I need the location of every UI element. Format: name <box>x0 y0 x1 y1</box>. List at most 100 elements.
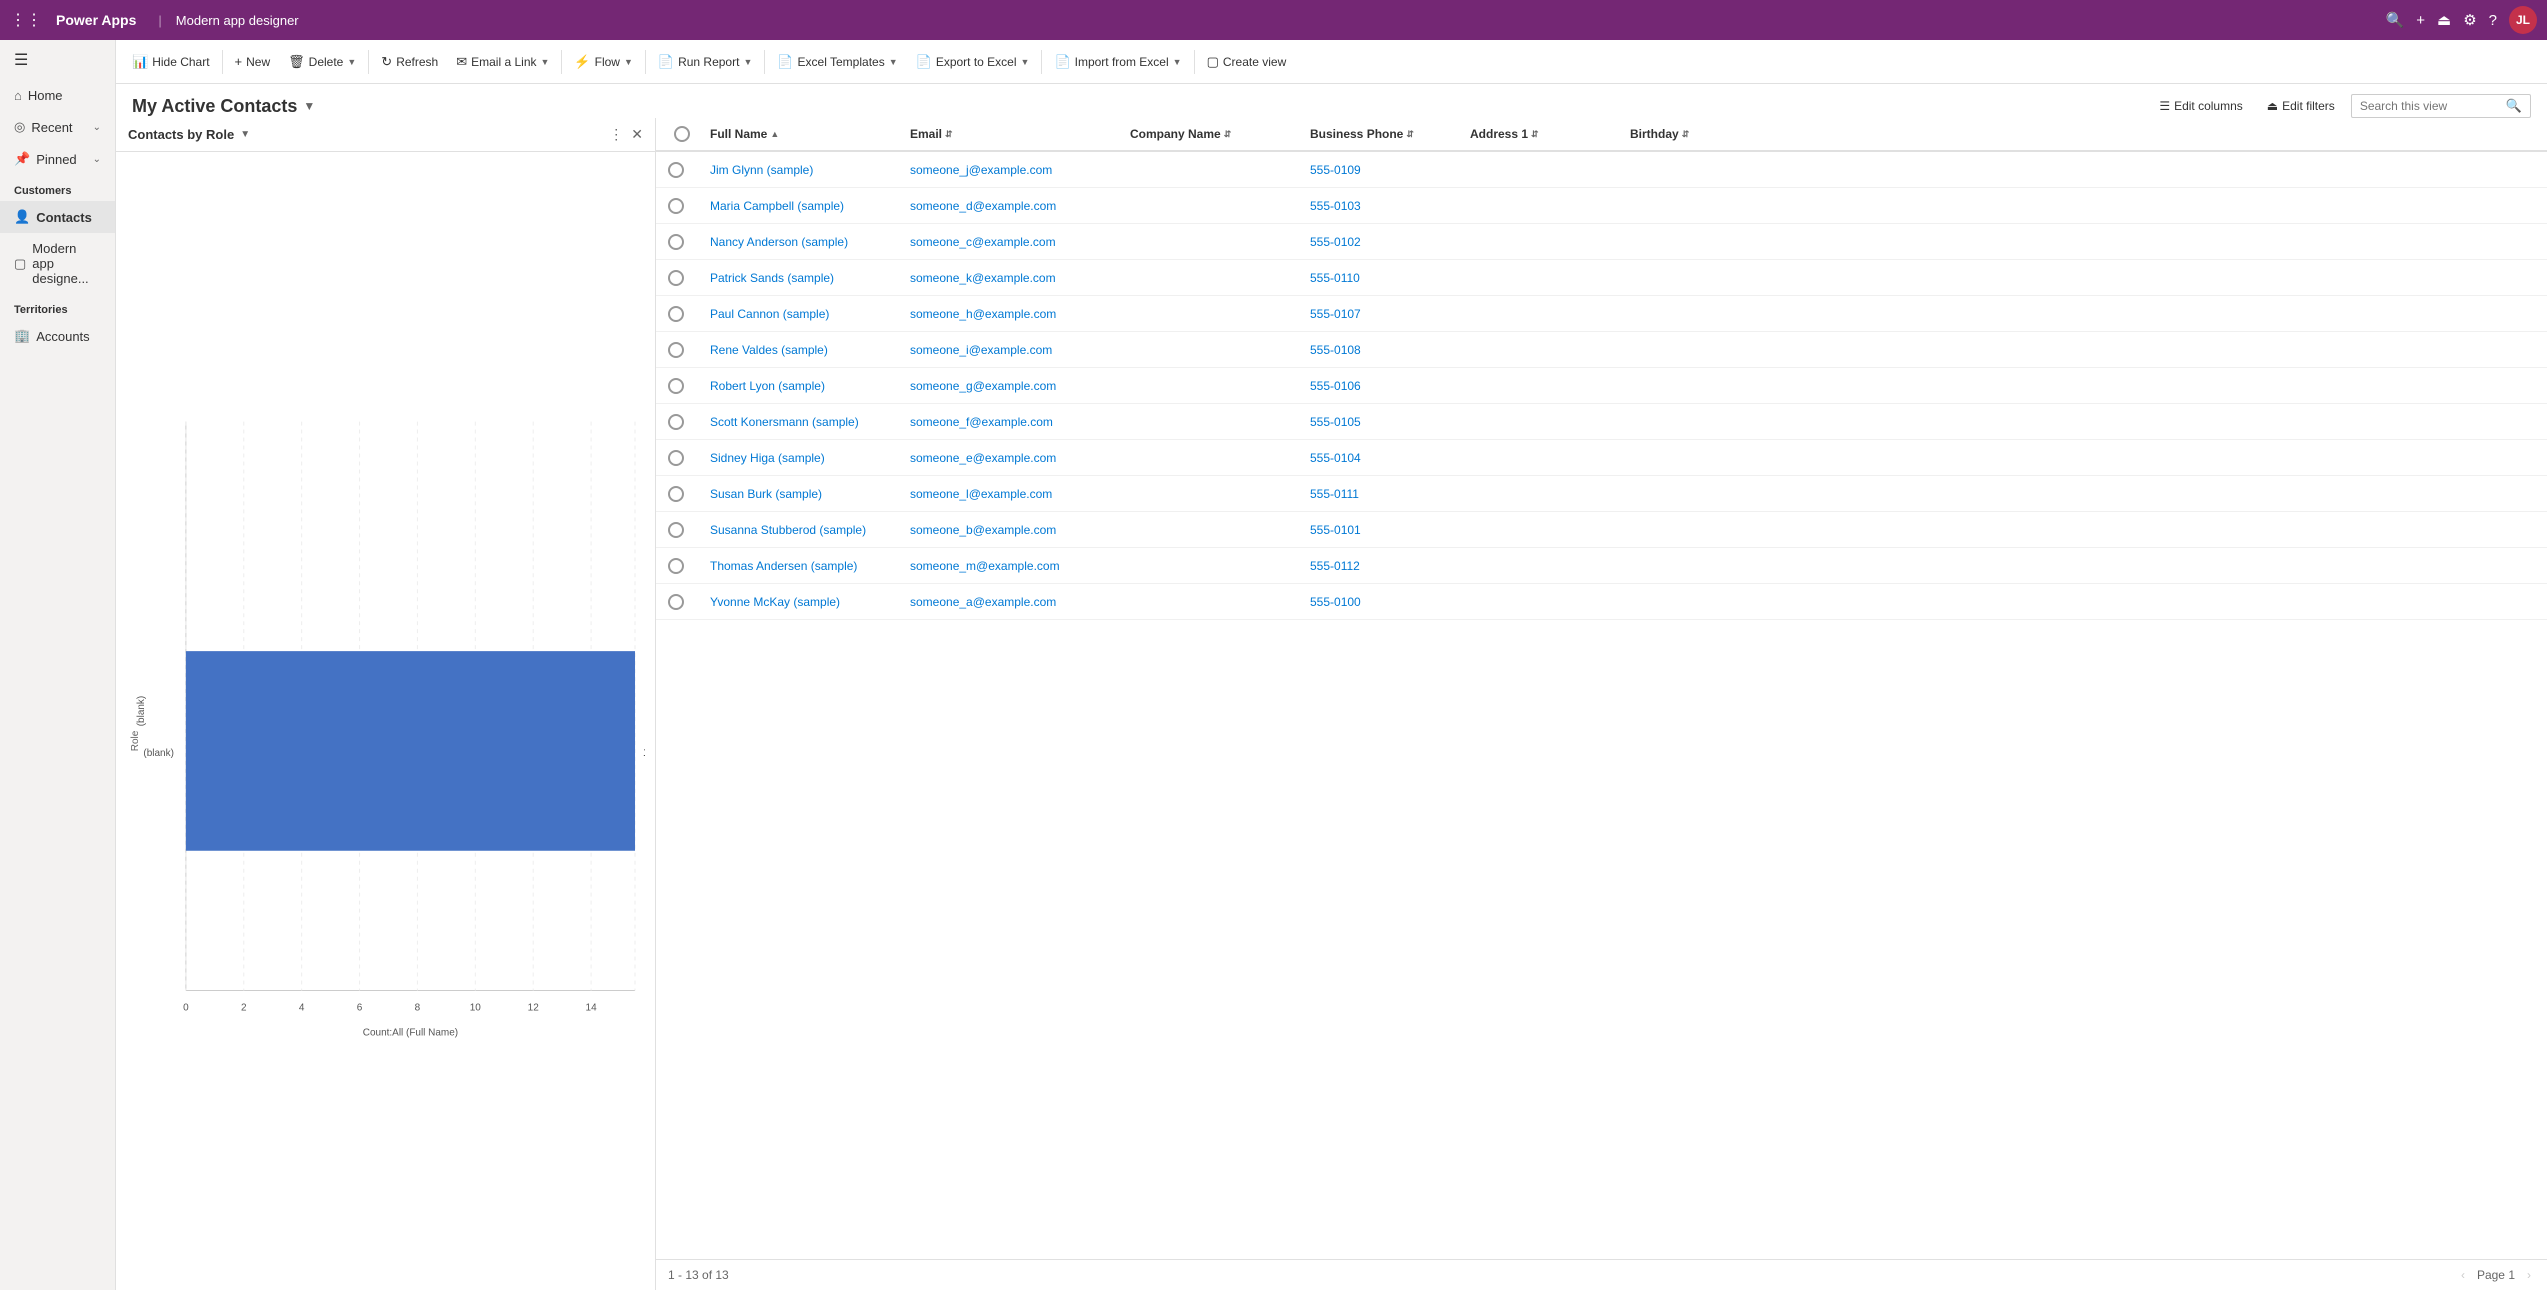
email-cell[interactable]: someone_c@example.com <box>904 229 1124 255</box>
fullname-cell[interactable]: Jim Glynn (sample) <box>704 157 904 183</box>
sidebar-item-recent[interactable]: ◎ Recent ⌄ <box>0 111 115 143</box>
email-cell[interactable]: someone_h@example.com <box>904 301 1124 327</box>
fullname-cell[interactable]: Susanna Stubberod (sample) <box>704 517 904 543</box>
fullname-cell[interactable]: Robert Lyon (sample) <box>704 373 904 399</box>
fullname-cell[interactable]: Scott Konersmann (sample) <box>704 409 904 435</box>
company-col-header[interactable]: Company Name ⇵ <box>1124 119 1304 149</box>
import-icon: 📄 <box>1054 54 1070 70</box>
search-icon[interactable]: 🔍 <box>2386 11 2405 29</box>
next-page-button[interactable]: › <box>2523 1266 2535 1284</box>
row-checkbox-8[interactable] <box>668 450 704 466</box>
svg-text:13: 13 <box>643 747 645 759</box>
add-icon[interactable]: + <box>2416 12 2425 29</box>
settings-icon[interactable]: ⚙ <box>2463 11 2476 29</box>
view-title[interactable]: My Active Contacts ▼ <box>132 96 315 117</box>
row-checkbox-4[interactable] <box>668 306 704 322</box>
row-checkbox-11[interactable] <box>668 558 704 574</box>
view-actions: ☰ Edit columns ⏏ Edit filters 🔍 <box>2151 94 2531 118</box>
sidebar-item-accounts[interactable]: 🏢 Accounts <box>0 320 115 352</box>
fullname-cell[interactable]: Yvonne McKay (sample) <box>704 589 904 615</box>
phone-col-header[interactable]: Business Phone ⇵ <box>1304 119 1464 149</box>
refresh-button[interactable]: ↻ Refresh <box>373 50 446 74</box>
edit-filters-button[interactable]: ⏏ Edit filters <box>2259 95 2343 117</box>
filter-edit-icon: ⏏ <box>2267 99 2278 113</box>
email-cell[interactable]: someone_j@example.com <box>904 157 1124 183</box>
birthday-cell <box>1624 308 1724 320</box>
fullname-col-header[interactable]: Full Name ▲ <box>704 119 904 149</box>
email-cell[interactable]: someone_e@example.com <box>904 445 1124 471</box>
search-view-box: 🔍 <box>2351 94 2531 118</box>
phone-cell: 555-0100 <box>1304 589 1464 615</box>
sidebar-item-contacts[interactable]: 👤 Contacts <box>0 201 115 233</box>
excel-templates-button[interactable]: 📄 Excel Templates ▼ <box>769 50 905 74</box>
row-checkbox-2[interactable] <box>668 234 704 250</box>
birthday-col-header[interactable]: Birthday ⇵ <box>1624 119 1724 149</box>
fullname-cell[interactable]: Sidney Higa (sample) <box>704 445 904 471</box>
email-cell[interactable]: someone_k@example.com <box>904 265 1124 291</box>
search-view-input[interactable] <box>2360 99 2500 113</box>
email-link-button[interactable]: ✉ Email a Link ▼ <box>448 50 557 74</box>
delete-button[interactable]: 🗑 Delete ▼ <box>280 50 364 74</box>
toolbar-sep-7 <box>1194 50 1195 74</box>
sidebar-contacts-label: Contacts <box>36 210 92 225</box>
sidebar-item-pinned[interactable]: 📌 Pinned ⌄ <box>0 143 115 175</box>
sidebar-item-home[interactable]: ⌂ Home <box>0 80 115 111</box>
create-view-button[interactable]: ▢ Create view <box>1199 50 1295 74</box>
toolbar-sep-1 <box>222 50 223 74</box>
row-checkbox-0[interactable] <box>668 162 704 178</box>
fullname-cell[interactable]: Maria Campbell (sample) <box>704 193 904 219</box>
table-row: Susanna Stubberod (sample) someone_b@exa… <box>656 512 2547 548</box>
hide-chart-button[interactable]: 📊 Hide Chart <box>124 50 218 74</box>
email-cell[interactable]: someone_f@example.com <box>904 409 1124 435</box>
prev-page-button[interactable]: ‹ <box>2457 1266 2469 1284</box>
chart-close-icon[interactable]: ✕ <box>631 126 643 143</box>
new-button[interactable]: + New <box>227 50 279 73</box>
fullname-cell[interactable]: Thomas Andersen (sample) <box>704 553 904 579</box>
edit-columns-button[interactable]: ☰ Edit columns <box>2151 95 2250 117</box>
email-cell[interactable]: someone_g@example.com <box>904 373 1124 399</box>
email-cell[interactable]: someone_a@example.com <box>904 589 1124 615</box>
address-col-header[interactable]: Address 1 ⇵ <box>1464 119 1624 149</box>
search-view-icon[interactable]: 🔍 <box>2506 98 2522 114</box>
row-checkbox-7[interactable] <box>668 414 704 430</box>
user-avatar[interactable]: JL <box>2509 6 2537 34</box>
email-cell[interactable]: someone_i@example.com <box>904 337 1124 363</box>
export-excel-button[interactable]: 📄 Export to Excel ▼ <box>908 50 1038 74</box>
email-cell[interactable]: someone_l@example.com <box>904 481 1124 507</box>
table-row: Patrick Sands (sample) someone_k@example… <box>656 260 2547 296</box>
row-checkbox-3[interactable] <box>668 270 704 286</box>
view-title-text: My Active Contacts <box>132 96 297 117</box>
email-cell[interactable]: someone_d@example.com <box>904 193 1124 219</box>
email-cell[interactable]: someone_m@example.com <box>904 553 1124 579</box>
filter-icon[interactable]: ⏏ <box>2437 11 2451 29</box>
sidebar-hamburger[interactable]: ☰ <box>0 40 115 80</box>
select-all-checkbox[interactable] <box>674 126 690 142</box>
phone-cell: 555-0107 <box>1304 301 1464 327</box>
email-col-header[interactable]: Email ⇵ <box>904 119 1124 149</box>
chart-panel: Contacts by Role ▼ ⋮ ✕ (blank) <box>116 118 656 1290</box>
birthday-sort-icon: ⇵ <box>1682 129 1690 140</box>
email-cell[interactable]: someone_b@example.com <box>904 517 1124 543</box>
grid-footer: 1 - 13 of 13 ‹ Page 1 › <box>656 1259 2547 1290</box>
fullname-cell[interactable]: Rene Valdes (sample) <box>704 337 904 363</box>
row-checkbox-10[interactable] <box>668 522 704 538</box>
fullname-cell[interactable]: Paul Cannon (sample) <box>704 301 904 327</box>
sidebar-accounts-label: Accounts <box>36 329 89 344</box>
fullname-cell[interactable]: Nancy Anderson (sample) <box>704 229 904 255</box>
sidebar-modern-app-label: Modern app designe... <box>32 241 101 286</box>
sidebar-item-modern-app[interactable]: ▢ Modern app designe... <box>0 233 115 294</box>
row-checkbox-1[interactable] <box>668 198 704 214</box>
help-icon[interactable]: ? <box>2489 12 2497 29</box>
row-checkbox-6[interactable] <box>668 378 704 394</box>
row-checkbox-12[interactable] <box>668 594 704 610</box>
fullname-cell[interactable]: Patrick Sands (sample) <box>704 265 904 291</box>
flow-button[interactable]: ⚡ Flow ▼ <box>566 50 640 74</box>
row-checkbox-9[interactable] <box>668 486 704 502</box>
import-excel-button[interactable]: 📄 Import from Excel ▼ <box>1046 50 1189 74</box>
fullname-cell[interactable]: Susan Burk (sample) <box>704 481 904 507</box>
run-report-button[interactable]: 📄 Run Report ▼ <box>650 50 760 74</box>
svg-text:(blank): (blank) <box>136 696 147 726</box>
chart-more-icon[interactable]: ⋮ <box>609 126 623 143</box>
row-checkbox-5[interactable] <box>668 342 704 358</box>
birthday-cell <box>1624 524 1724 536</box>
